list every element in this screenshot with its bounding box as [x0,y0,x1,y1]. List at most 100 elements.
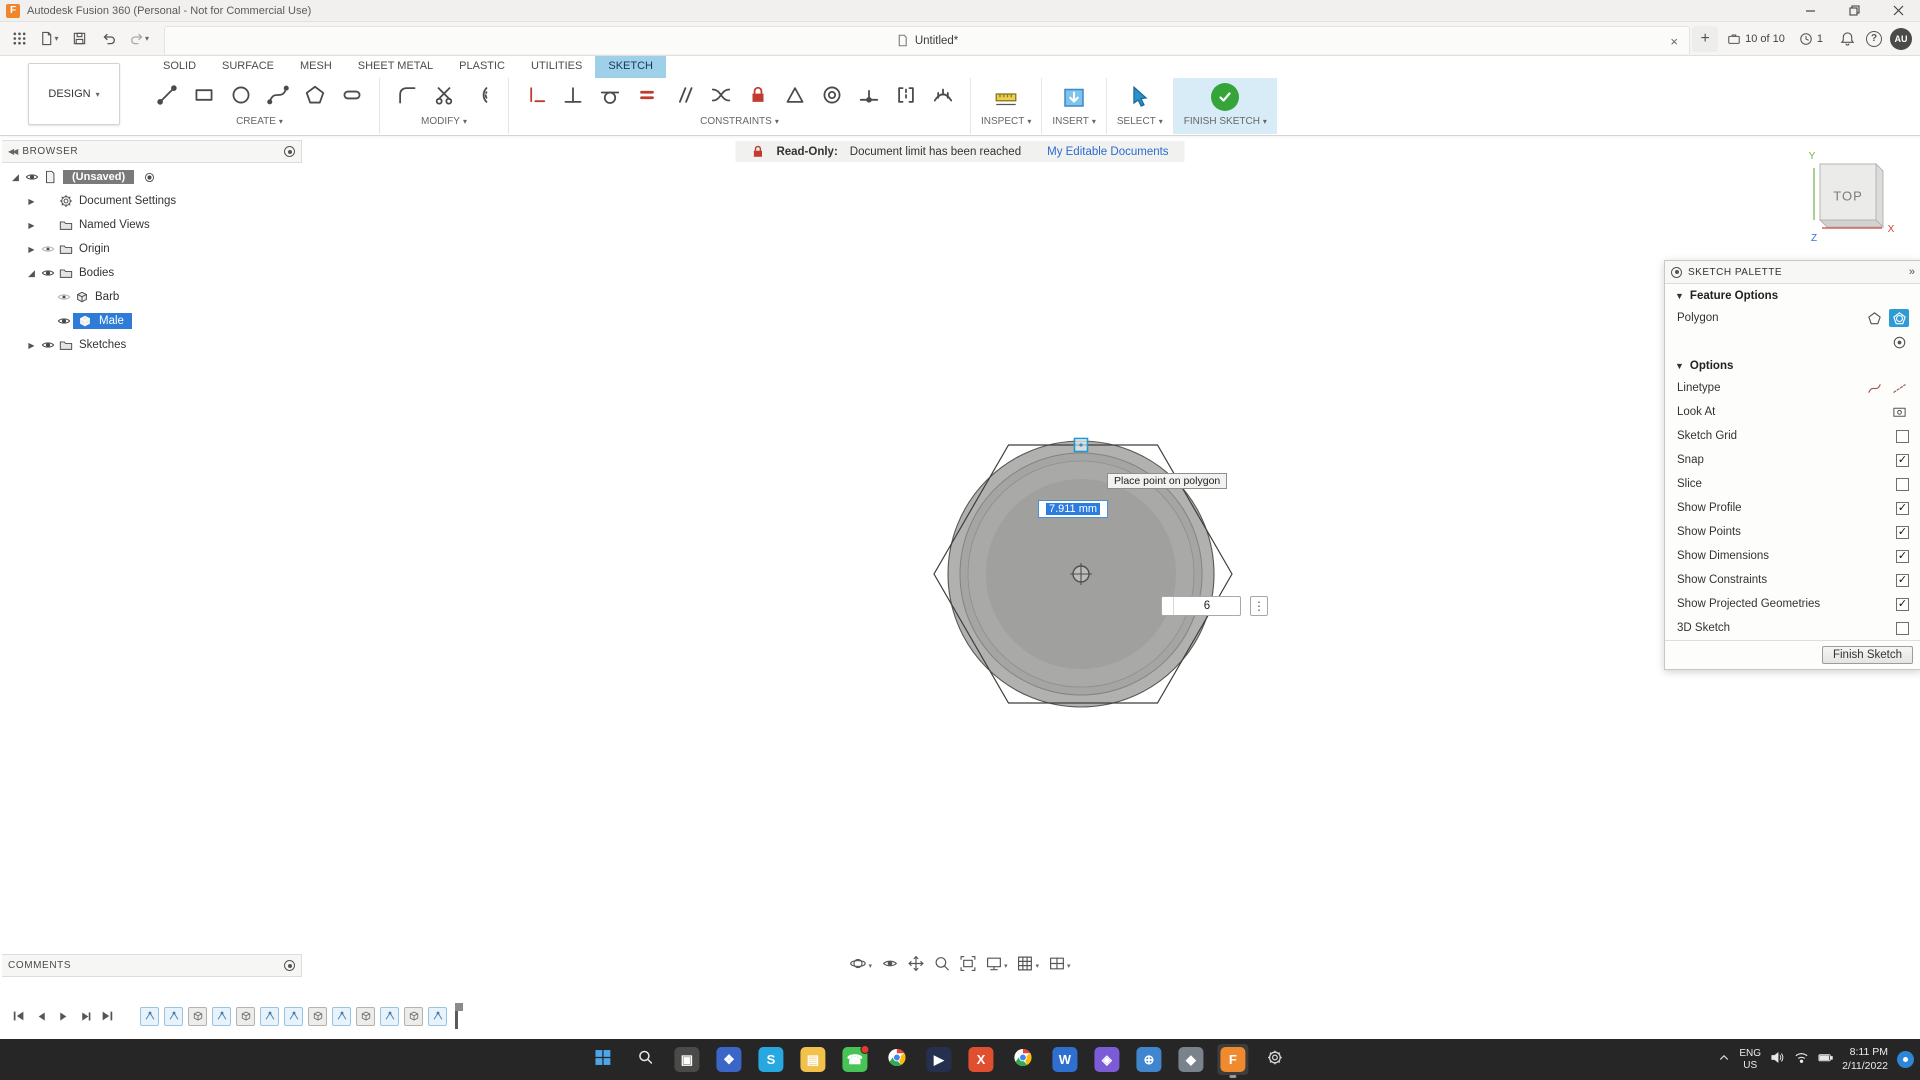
extension-clock[interactable]: 1 [1794,32,1828,46]
browser-header[interactable]: ◀◀ BROWSER [2,140,302,163]
taskbar-photos-button[interactable]: ❖ [713,1044,744,1075]
play-button[interactable] [52,1005,74,1027]
workspace-selector[interactable]: DESIGN [28,63,120,125]
visibility-eye-icon[interactable] [55,314,73,328]
tree-closed-arrow[interactable]: ▶ [24,197,39,206]
ribbon-tab-sheet-metal[interactable]: SHEET METAL [345,56,446,78]
help-button[interactable] [1866,31,1882,47]
comments-header[interactable]: COMMENTS [2,954,302,977]
spline-tool-button[interactable] [261,82,295,112]
taskbar-fusion-360-button[interactable]: F [1217,1044,1248,1075]
tree-open-arrow[interactable]: ◢ [8,172,23,183]
ribbon-tab-surface[interactable]: SURFACE [209,56,287,78]
expand-palette-icon[interactable]: » [1909,266,1915,278]
network-icon[interactable] [1794,1050,1809,1070]
sketch-palette-header[interactable]: SKETCH PALETTE » [1665,261,1920,284]
user-avatar[interactable]: AU [1890,28,1912,50]
orbit-button[interactable]: ▾ [848,954,873,978]
step-back-button[interactable] [30,1005,52,1027]
curvature-tool-button[interactable] [926,82,960,112]
collapse-panel-icon[interactable]: ◀◀ [8,147,16,156]
close-tab-button[interactable]: × [1665,32,1683,50]
offset-tool-button[interactable] [464,82,498,112]
taskbar-steam-button[interactable]: ◆ [1175,1044,1206,1075]
show-dimensions-checkbox[interactable]: ✓ [1896,550,1909,563]
undo-button[interactable] [94,25,124,53]
step-forward-button[interactable] [74,1005,96,1027]
visibility-eye-off-icon[interactable] [55,290,73,304]
finish-sketch-palette-button[interactable]: Finish Sketch [1822,646,1913,664]
slot-tool-button[interactable] [335,82,369,112]
taskbar-browser-2-button[interactable] [1007,1044,1038,1075]
pan-button[interactable] [906,954,925,978]
browser-item-origin[interactable]: ▶Origin [2,237,302,261]
constraints-group-label[interactable]: CONSTRAINTS [700,116,779,127]
measure-tool-button[interactable] [989,82,1023,112]
snap-checkbox[interactable]: ✓ [1896,454,1909,467]
taskbar-search-button[interactable] [629,1044,660,1075]
taskbar-media-player-button[interactable]: ▶ [923,1044,954,1075]
feature-options-section[interactable]: ▼ Feature Options [1665,284,1920,306]
file-menu-button[interactable] [34,25,64,53]
taskbar-file-explorer-button[interactable]: ▤ [797,1044,828,1075]
ribbon-tab-mesh[interactable]: MESH [287,56,345,78]
job-status[interactable]: 10 of 10 [1722,32,1790,46]
go-to-start-button[interactable] [8,1005,30,1027]
taskbar-photos-2-button[interactable]: ◈ [1091,1044,1122,1075]
clock[interactable]: 8:11 PM2/11/2022 [1842,1046,1888,1073]
horizontal-vertical-tool-button[interactable] [519,82,553,112]
show-profile-checkbox[interactable]: ✓ [1896,502,1909,515]
browser-display-toggle[interactable] [284,146,295,157]
editable-documents-link[interactable]: My Editable Documents [1047,146,1168,158]
options-section[interactable]: ▼ Options [1665,354,1920,376]
create-group-label[interactable]: CREATE [236,116,283,127]
parallel-tool-button[interactable] [667,82,701,112]
fix-tool-button[interactable] [741,82,775,112]
tree-open-arrow[interactable]: ◢ [24,268,39,279]
visibility-eye-icon[interactable] [23,170,41,184]
browser-item-namedviews[interactable]: ▶Named Views [2,213,302,237]
browser-item-male[interactable]: Male [2,309,302,333]
language-indicator[interactable]: ENGUS [1739,1048,1761,1071]
view-cube[interactable]: TOP Y X Z [1776,148,1906,253]
insert-group-label[interactable]: INSERT [1052,116,1096,127]
look-at-icon[interactable] [1889,403,1909,421]
finish-sketch-button[interactable] [1208,82,1242,112]
sketch-feature-icon[interactable] [260,1007,279,1026]
close-button[interactable] [1876,0,1920,21]
modify-group-label[interactable]: MODIFY [421,116,467,127]
fillet-tool-button[interactable] [390,82,424,112]
restore-button[interactable] [1832,0,1876,21]
browser-item-documentsettings[interactable]: ▶Document Settings [2,189,302,213]
construction-linetype-icon[interactable] [1889,379,1909,397]
select-tool-button[interactable] [1123,82,1157,112]
normal-linetype-icon[interactable] [1864,379,1884,397]
options-menu-button[interactable]: ⋮ [1250,596,1268,616]
perpendicular-tool-button[interactable] [556,82,590,112]
smooth-tool-button[interactable] [704,82,738,112]
comments-toggle[interactable] [284,960,295,971]
finish-sketch-label[interactable]: FINISH SKETCH [1184,116,1267,127]
sketch-grid-checkbox[interactable] [1896,430,1909,443]
slice-checkbox[interactable] [1896,478,1909,491]
notifications-bell-button[interactable] [1832,25,1862,53]
new-tab-button[interactable]: + [1692,26,1718,52]
concentric-tool-button[interactable] [815,82,849,112]
edge-polygon-mode-icon[interactable] [1864,309,1884,327]
fit-button[interactable] [958,954,977,978]
show-constraints-checkbox[interactable]: ✓ [1896,574,1909,587]
symmetry-tool-button[interactable] [889,82,923,112]
visibility-eye-icon[interactable] [39,338,57,352]
save-button[interactable] [64,25,94,53]
look-at-button[interactable] [880,954,899,978]
sketch-feature-icon[interactable] [164,1007,183,1026]
sketch-feature-icon[interactable] [428,1007,447,1026]
browser-item-bodies[interactable]: ◢Bodies [2,261,302,285]
extrude-feature-icon[interactable] [308,1007,327,1026]
ribbon-tab-utilities[interactable]: UTILITIES [518,56,595,78]
taskbar-settings-button[interactable] [1259,1044,1290,1075]
extrude-feature-icon[interactable] [404,1007,423,1026]
taskbar-chrome-button[interactable] [881,1044,912,1075]
taskbar-app-orange-button[interactable]: X [965,1044,996,1075]
sketch-feature-icon[interactable] [212,1007,231,1026]
